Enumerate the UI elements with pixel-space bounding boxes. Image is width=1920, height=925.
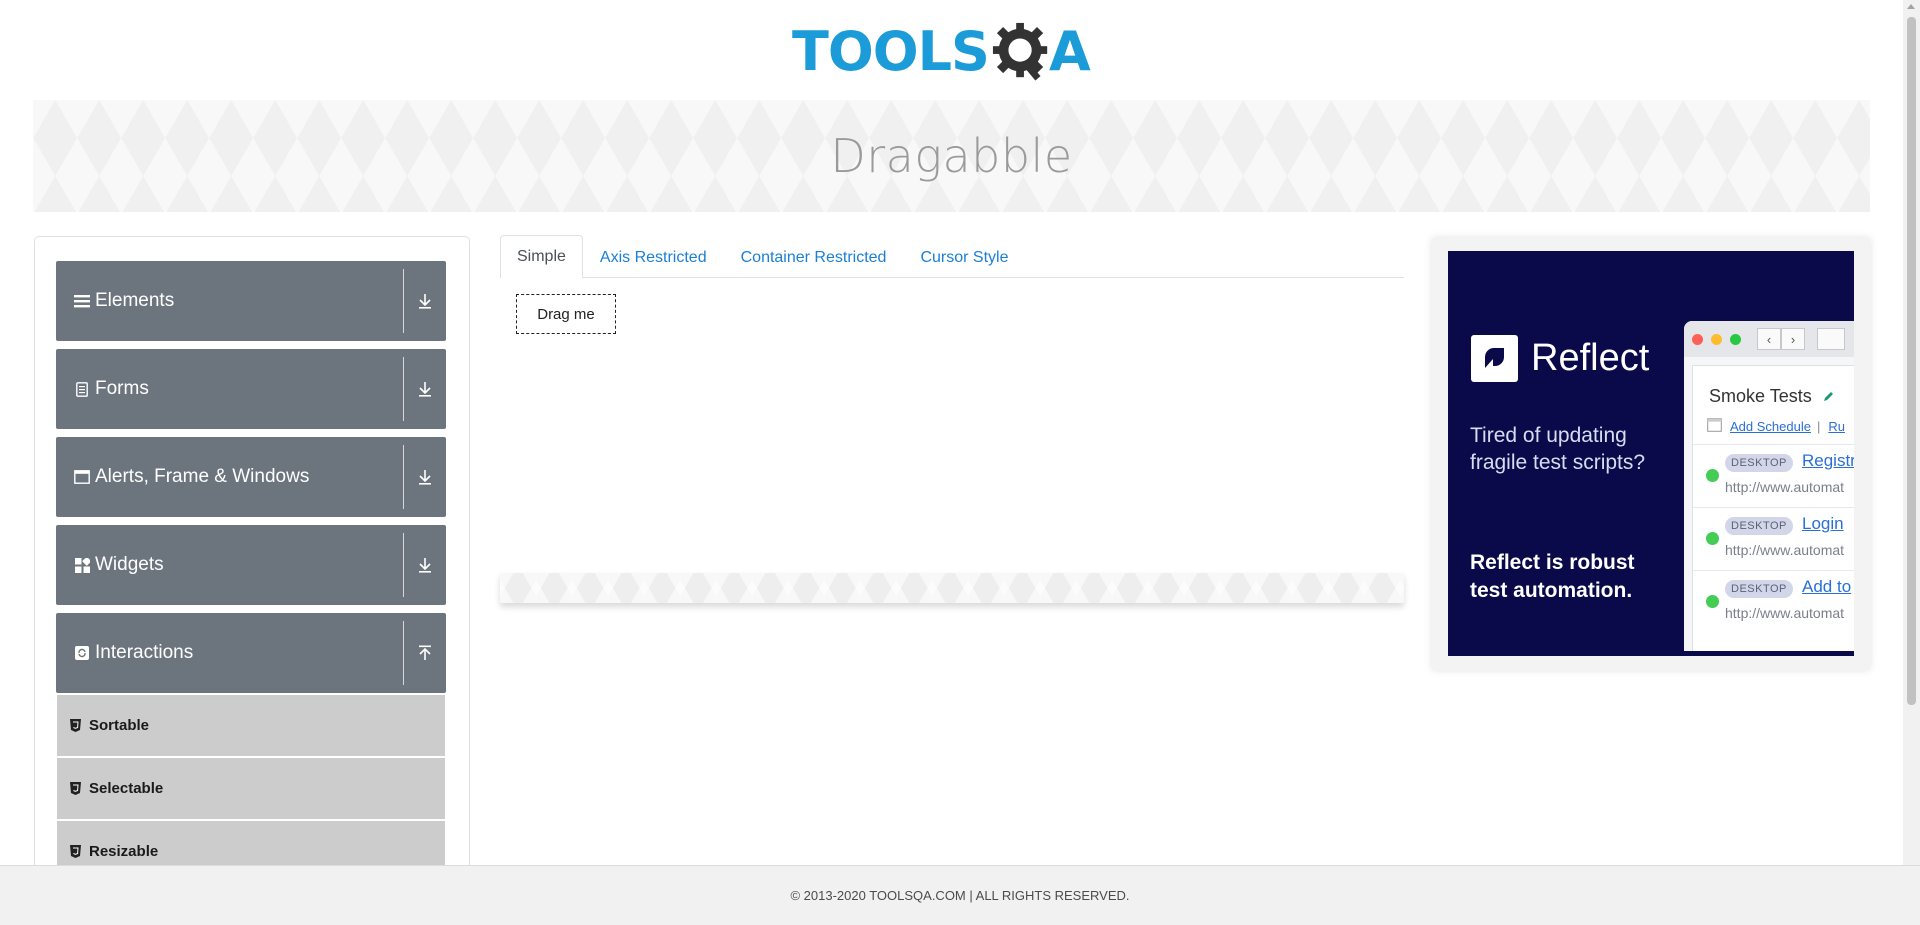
mockup-test-row: DESKTOP Registr http://www.automat: [1693, 444, 1854, 506]
document-icon: [71, 381, 93, 397]
page-scrollbar[interactable]: [1903, 0, 1920, 865]
sidebar-item-label: Sortable: [89, 717, 150, 734]
decorative-strip: [500, 573, 1404, 603]
test-link: Add to: [1802, 577, 1852, 596]
browser-titlebar: ‹ ›: [1684, 321, 1854, 357]
sidebar-group-elements[interactable]: Elements: [56, 261, 446, 341]
sidebar: Elements Forms Alerts, Frame & Windows W…: [34, 236, 470, 876]
sidebar-group-label: Alerts, Frame & Windows: [95, 466, 310, 487]
ad-brand-name: Reflect: [1531, 337, 1650, 379]
reflect-logo-icon: [1471, 335, 1518, 382]
ad-brand: Reflect: [1471, 335, 1649, 382]
page-title: Dragabble: [830, 129, 1073, 183]
download-icon[interactable]: [413, 287, 437, 315]
logo-text-suffix: A: [1048, 20, 1091, 83]
ad-browser-mockup: ‹ › Smoke Tests Add Schedule | Ru DESKTO…: [1684, 321, 1854, 651]
mockup-test-row: DESKTOP Login http://www.automat: [1693, 507, 1854, 569]
upload-icon[interactable]: [413, 639, 437, 667]
sidebar-group-label: Forms: [95, 378, 149, 399]
mockup-title: Smoke Tests: [1709, 386, 1835, 407]
platform-badge: DESKTOP: [1725, 580, 1793, 598]
widgets-icon: [71, 557, 93, 573]
tab-cursor-style[interactable]: Cursor Style: [903, 236, 1025, 278]
draggable-tabs: Simple Axis Restricted Container Restric…: [500, 235, 1404, 278]
sidebar-group-alerts-frame-windows[interactable]: Alerts, Frame & Windows: [56, 437, 446, 517]
download-icon[interactable]: [413, 551, 437, 579]
sidebar-item-selectable[interactable]: Selectable: [57, 758, 445, 819]
browser-content: Smoke Tests Add Schedule | Ru DESKTOP Re…: [1692, 365, 1854, 651]
test-link: Registr: [1802, 451, 1854, 470]
page-banner: Dragabble: [33, 100, 1870, 212]
status-dot-icon: [1706, 595, 1719, 608]
html5-icon: [70, 845, 84, 858]
sidebar-item-label: Selectable: [89, 780, 164, 797]
sidebar-group-forms[interactable]: Forms: [56, 349, 446, 429]
pencil-icon: [1823, 386, 1835, 407]
sidebar-group-widgets[interactable]: Widgets: [56, 525, 446, 605]
test-link: Login: [1802, 514, 1844, 533]
mockup-links: Add Schedule | Ru: [1707, 417, 1845, 435]
toolsqa-logo[interactable]: TOOLS A: [792, 14, 1091, 90]
test-url: http://www.automat: [1725, 479, 1845, 495]
forward-arrow-icon: ›: [1781, 328, 1805, 350]
sidebar-group-interactions[interactable]: Interactions: [56, 613, 446, 693]
platform-badge: DESKTOP: [1725, 517, 1793, 535]
html5-icon: [70, 782, 84, 795]
logo-text: TOOLS: [792, 20, 990, 83]
divider: [403, 533, 404, 597]
reflect-ad[interactable]: Reflect Tired of updating fragile test s…: [1448, 251, 1854, 656]
tab-simple[interactable]: Simple: [500, 235, 583, 278]
menu-icon: [71, 294, 93, 308]
divider: [403, 445, 404, 509]
sidebar-group-label: Widgets: [95, 554, 164, 575]
link-separator: |: [1816, 418, 1821, 434]
divider: [403, 621, 404, 685]
status-dot-icon: [1706, 532, 1719, 545]
minimize-dot-icon: [1711, 333, 1722, 345]
add-schedule-link: Add Schedule: [1730, 418, 1811, 434]
platform-badge: DESKTOP: [1725, 454, 1793, 472]
sidebar-item-sortable[interactable]: Sortable: [57, 695, 445, 756]
window-icon: [71, 470, 93, 484]
download-icon[interactable]: [413, 375, 437, 403]
run-link: Ru: [1828, 418, 1845, 434]
sidebar-group-label: Interactions: [95, 642, 194, 663]
sidebar-toggle-icon: [1817, 328, 1845, 350]
tab-container-restricted[interactable]: Container Restricted: [724, 236, 904, 278]
mockup-test-row: DESKTOP Add to http://www.automat: [1693, 570, 1854, 632]
ad-headline: Reflect is robust test automation.: [1470, 551, 1635, 602]
page-footer: © 2013-2020 TOOLSQA.COM | ALL RIGHTS RES…: [0, 865, 1920, 925]
copyright-text: © 2013-2020 TOOLSQA.COM | ALL RIGHTS RES…: [790, 888, 1130, 903]
tab-axis-restricted[interactable]: Axis Restricted: [583, 236, 724, 278]
sidebar-group-label: Elements: [95, 290, 175, 311]
scroll-thumb[interactable]: [1907, 17, 1916, 705]
divider: [403, 269, 404, 333]
close-dot-icon: [1692, 333, 1703, 345]
maximize-dot-icon: [1730, 333, 1741, 345]
ad-tagline: Tired of updating fragile test scripts?: [1470, 424, 1646, 474]
sidebar-item-label: Resizable: [89, 843, 159, 860]
scroll-up-icon[interactable]: [1907, 4, 1915, 9]
drag-me-box[interactable]: Drag me: [516, 294, 616, 334]
html5-icon: [70, 719, 84, 732]
calendar-icon: [1707, 417, 1722, 435]
back-arrow-icon: ‹: [1757, 328, 1781, 350]
browser-nav: ‹ ›: [1757, 328, 1805, 350]
divider: [403, 357, 404, 421]
download-icon[interactable]: [413, 463, 437, 491]
status-dot-icon: [1706, 469, 1719, 482]
gear-magnifier-icon: [992, 22, 1048, 81]
test-url: http://www.automat: [1725, 605, 1845, 621]
refresh-icon: [71, 646, 93, 660]
test-url: http://www.automat: [1725, 542, 1845, 558]
